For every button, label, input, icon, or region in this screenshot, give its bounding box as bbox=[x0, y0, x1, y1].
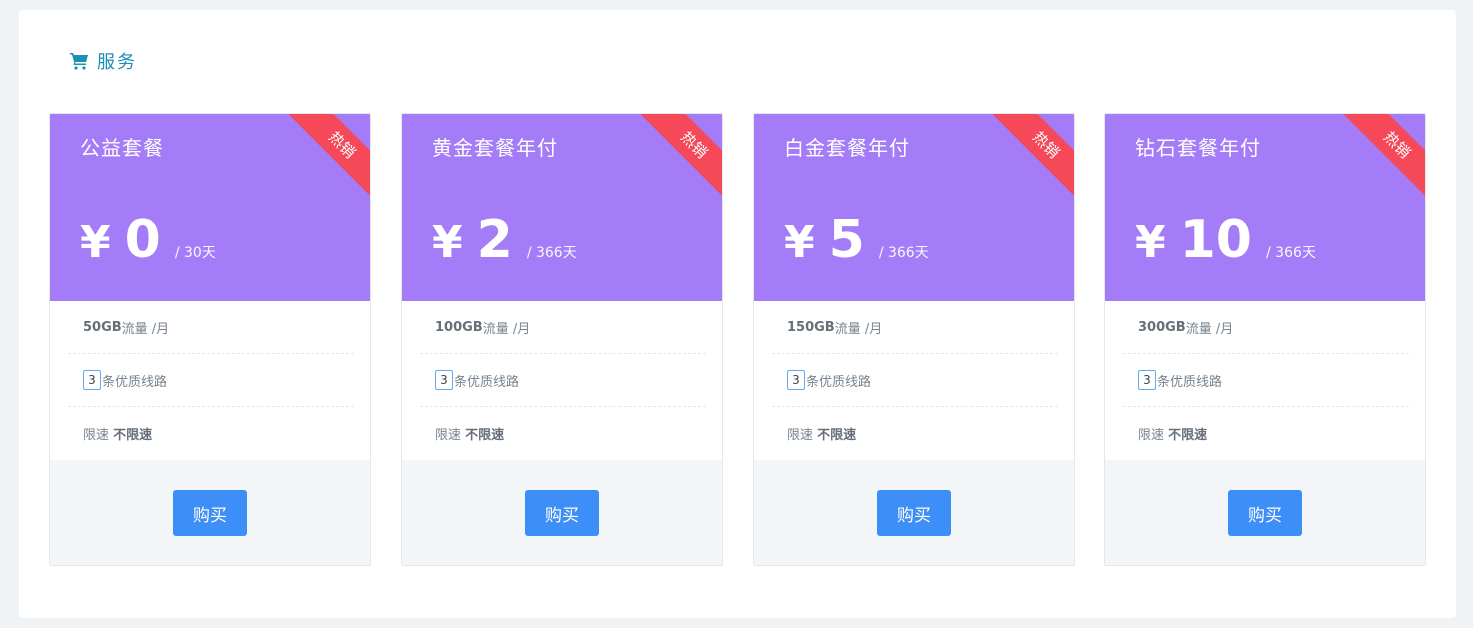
speed-label: 限速 bbox=[435, 428, 462, 443]
feature-speed: 限速 不限速 bbox=[772, 407, 1058, 460]
feature-traffic: 100GB 流量 /月 bbox=[420, 301, 706, 354]
feature-lines: 3 条优质线路 bbox=[1123, 354, 1409, 407]
feature-speed: 限速 不限速 bbox=[1123, 407, 1409, 460]
buy-button[interactable]: 购买 bbox=[877, 490, 951, 536]
plan-card-diamond: 钻石套餐年付 ¥ 10 / 366天 热销 300GB 流量 /月 3 条优质线路 … bbox=[1104, 113, 1426, 566]
feature-lines: 3 条优质线路 bbox=[68, 354, 354, 407]
plan-price: ¥ 5 / 366天 bbox=[784, 210, 929, 270]
currency-symbol: ¥ bbox=[1135, 217, 1166, 268]
feature-traffic: 150GB 流量 /月 bbox=[772, 301, 1058, 354]
buy-button[interactable]: 购买 bbox=[1228, 490, 1302, 536]
plan-footer: 购买 bbox=[754, 460, 1074, 565]
traffic-value: 150GB bbox=[787, 319, 835, 335]
section-title: 服务 bbox=[69, 48, 137, 74]
services-panel: 服务 公益套餐 ¥ 0 / 30天 热销 50GB 流量 /月 3 条优质线路 限速… bbox=[19, 10, 1456, 618]
feature-speed: 限速 不限速 bbox=[420, 407, 706, 460]
price-period: / 30天 bbox=[174, 245, 216, 261]
hot-ribbon-label: 热销 bbox=[284, 114, 370, 201]
hot-ribbon: 热销 bbox=[635, 114, 722, 201]
plan-price: ¥ 0 / 30天 bbox=[80, 210, 216, 270]
price-period: / 366天 bbox=[878, 245, 929, 261]
hot-ribbon-label: 热销 bbox=[1339, 114, 1425, 201]
lines-text: 条优质线路 bbox=[1157, 374, 1223, 390]
hot-ribbon: 热销 bbox=[283, 114, 370, 201]
currency-symbol: ¥ bbox=[80, 217, 111, 268]
lines-text: 条优质线路 bbox=[806, 374, 872, 390]
plan-footer: 购买 bbox=[50, 460, 370, 565]
plan-card-free: 公益套餐 ¥ 0 / 30天 热销 50GB 流量 /月 3 条优质线路 限速 不限… bbox=[49, 113, 371, 566]
currency-symbol: ¥ bbox=[784, 217, 815, 268]
shopping-cart-icon bbox=[70, 53, 88, 70]
lines-count-badge: 3 bbox=[1138, 370, 1156, 390]
feature-speed: 限速 不限速 bbox=[68, 407, 354, 460]
speed-label: 限速 bbox=[787, 428, 814, 443]
price-amount: 2 bbox=[476, 210, 513, 270]
price-amount: 0 bbox=[124, 210, 161, 270]
traffic-suffix: 流量 /月 bbox=[482, 321, 531, 337]
hot-ribbon-label: 热销 bbox=[988, 114, 1074, 201]
price-period: / 366天 bbox=[1266, 245, 1316, 261]
traffic-suffix: 流量 /月 bbox=[121, 321, 170, 337]
traffic-value: 300GB bbox=[1138, 319, 1186, 335]
plan-footer: 购买 bbox=[1105, 460, 1425, 565]
feature-traffic: 50GB 流量 /月 bbox=[68, 301, 354, 354]
plan-price: ¥ 2 / 366天 bbox=[432, 210, 577, 270]
feature-lines: 3 条优质线路 bbox=[772, 354, 1058, 407]
plan-footer: 购买 bbox=[402, 460, 722, 565]
currency-symbol: ¥ bbox=[432, 217, 463, 268]
plan-card-gold: 黄金套餐年付 ¥ 2 / 366天 热销 100GB 流量 /月 3 条优质线路 限… bbox=[401, 113, 723, 566]
feature-traffic: 300GB 流量 /月 bbox=[1123, 301, 1409, 354]
plan-name: 白金套餐年付 bbox=[784, 136, 910, 160]
plan-name: 钻石套餐年付 bbox=[1135, 136, 1261, 160]
speed-value: 不限速 bbox=[817, 428, 857, 443]
price-amount: 5 bbox=[828, 210, 865, 270]
speed-value: 不限速 bbox=[465, 428, 505, 443]
plan-price: ¥ 10 / 366天 bbox=[1135, 210, 1316, 270]
plan-name: 黄金套餐年付 bbox=[432, 136, 558, 160]
speed-label: 限速 bbox=[1138, 428, 1165, 443]
hot-ribbon-label: 热销 bbox=[636, 114, 722, 201]
lines-count-badge: 3 bbox=[83, 370, 101, 390]
lines-text: 条优质线路 bbox=[102, 374, 168, 390]
section-title-text: 服务 bbox=[97, 52, 137, 73]
speed-value: 不限速 bbox=[113, 428, 153, 443]
feature-lines: 3 条优质线路 bbox=[420, 354, 706, 407]
traffic-suffix: 流量 /月 bbox=[834, 321, 883, 337]
lines-count-badge: 3 bbox=[435, 370, 453, 390]
lines-count-badge: 3 bbox=[787, 370, 805, 390]
lines-text: 条优质线路 bbox=[454, 374, 520, 390]
traffic-value: 100GB bbox=[435, 319, 483, 335]
buy-button[interactable]: 购买 bbox=[525, 490, 599, 536]
traffic-value: 50GB bbox=[83, 319, 122, 335]
speed-label: 限速 bbox=[83, 428, 110, 443]
hot-ribbon: 热销 bbox=[1338, 114, 1425, 201]
plan-name: 公益套餐 bbox=[80, 136, 164, 160]
speed-value: 不限速 bbox=[1168, 428, 1208, 443]
price-amount: 10 bbox=[1179, 210, 1252, 270]
traffic-suffix: 流量 /月 bbox=[1185, 321, 1234, 337]
price-period: / 366天 bbox=[526, 245, 577, 261]
buy-button[interactable]: 购买 bbox=[173, 490, 247, 536]
plan-card-platinum: 白金套餐年付 ¥ 5 / 366天 热销 150GB 流量 /月 3 条优质线路 限… bbox=[753, 113, 1075, 566]
hot-ribbon: 热销 bbox=[987, 114, 1074, 201]
